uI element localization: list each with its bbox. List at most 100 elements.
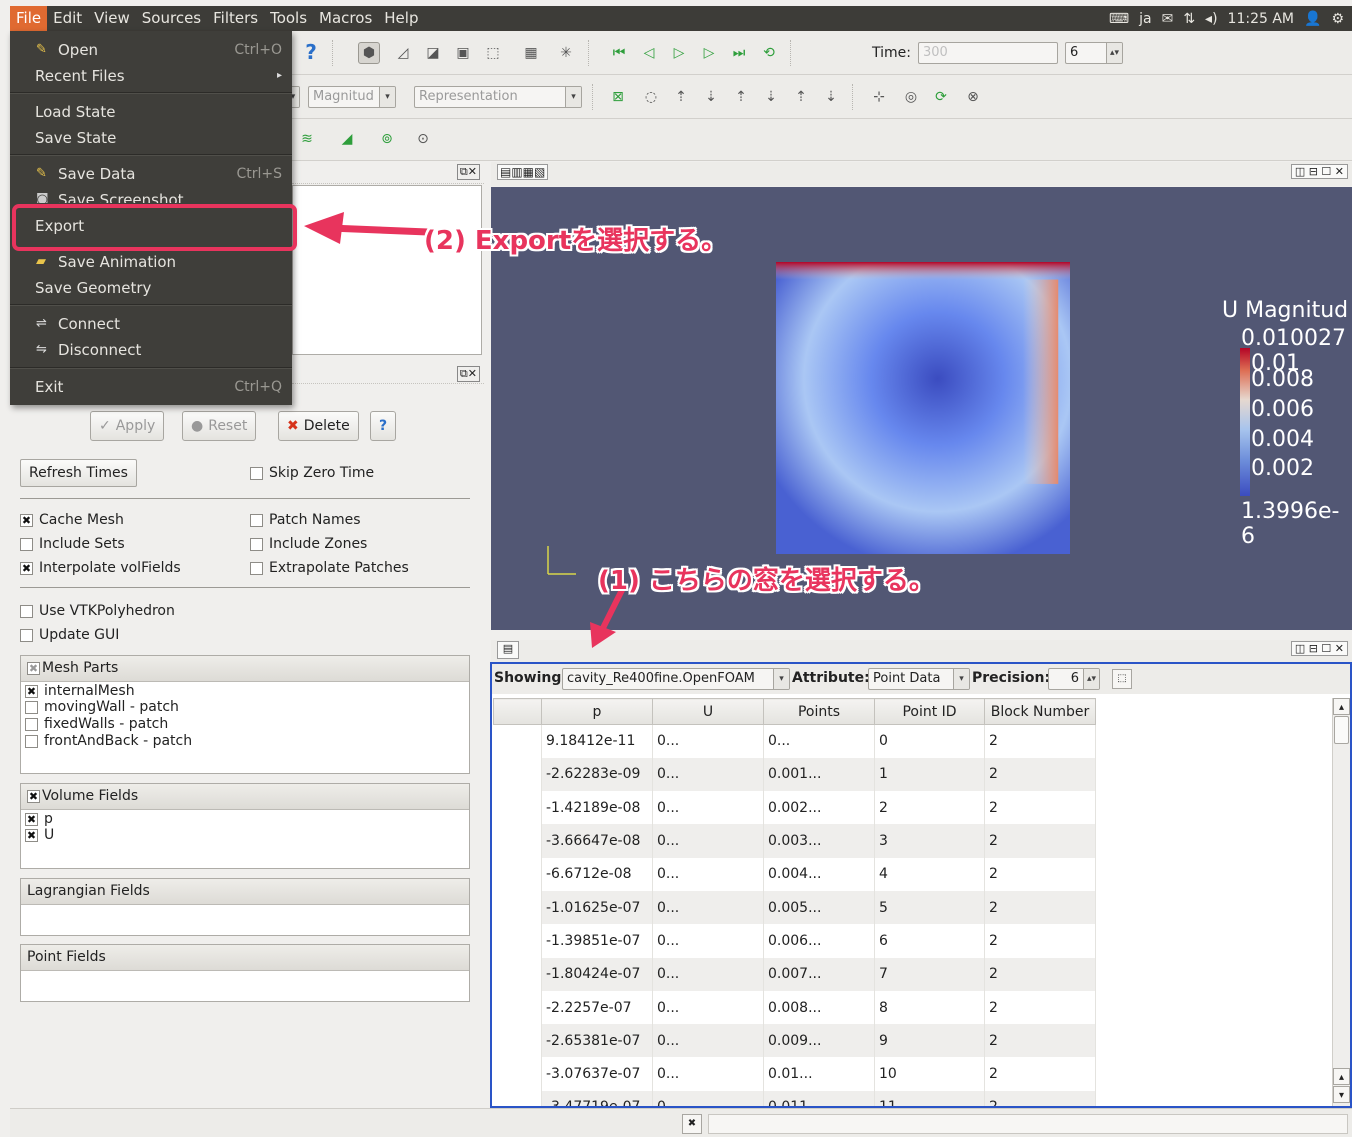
warp-icon[interactable]: ◢ [336,128,358,150]
table-cell[interactable]: 0... [652,724,764,758]
menu-item-disconnect[interactable]: ⇋ Disconnect [10,337,292,363]
table-cell[interactable]: 0... [652,1057,764,1091]
representation-combo[interactable]: Representation ▾ [414,86,582,108]
list-item[interactable]: ✖ p [25,811,53,827]
table-cell[interactable]: 0.007... [763,957,875,991]
table-cell[interactable]: -2.62283e-09 [541,757,653,792]
row-header[interactable] [493,957,542,991]
table-row[interactable]: -1.39851e-07 0... 0.006... 6 2 [493,924,1096,958]
table-cell[interactable]: 7 [874,957,985,991]
table-cell[interactable]: 2 [984,1057,1096,1091]
undock-icon[interactable]: ⧉✕ [456,366,480,382]
zoom-box-icon[interactable]: ⊗ [962,86,984,108]
column-header-u[interactable]: U [652,698,764,725]
table-cell[interactable]: 3 [874,824,985,858]
toggle-selection-icon[interactable]: ⬚ [1112,669,1132,689]
table-cell[interactable]: 2 [984,1024,1096,1058]
reset-range-icon[interactable]: ⊠ [607,86,629,108]
patch-names-checkbox[interactable]: Patch Names [250,510,361,530]
menu-item-save-data[interactable]: ✎ Save Data Ctrl+S [10,161,292,187]
table-row[interactable]: 9.18412e-11 0... 0... 0 2 [493,724,1096,758]
showing-source-combo[interactable]: cavity_Re400fine.OpenFOAM ▾ [562,668,790,690]
view-split-controls-icon[interactable]: ◫ ⊟ ☐ ✕ [1290,641,1348,656]
menu-item-open[interactable]: ✎ Open Ctrl+O [10,37,292,63]
table-cell[interactable]: 2 [984,890,1096,925]
table-cell[interactable]: 0.005... [763,890,875,925]
center-axes-icon[interactable]: ⊹ [868,86,890,108]
include-sets-checkbox[interactable]: Include Sets [20,534,125,554]
stepper-arrows-icon[interactable]: ▴▾ [1106,43,1122,63]
point-fields-header[interactable]: Point Fields [21,945,469,971]
table-row[interactable]: -2.2257e-07 0... 0.008... 8 2 [493,990,1096,1025]
table-cell[interactable]: 0... [652,1090,764,1106]
stepper-arrows-icon[interactable]: ▴▾ [1083,669,1099,689]
color-component-combo[interactable]: Magnitud ▾ [308,86,396,108]
user-icon[interactable]: 👤 [1304,11,1321,27]
precision-stepper[interactable]: 6 ▴▾ [1048,668,1100,690]
menu-view[interactable]: View [88,6,136,31]
view-plus-z-icon[interactable]: ⇡ [790,86,812,108]
table-cell[interactable]: 0... [652,957,764,991]
menu-macros[interactable]: Macros [313,6,378,31]
point-fields-list[interactable]: Point Fields [20,944,470,1002]
menu-item-load-state[interactable]: Load State [10,99,292,125]
list-item[interactable]: movingWall - patch [25,699,179,715]
column-header-points[interactable]: Points [763,698,875,725]
table-row[interactable]: -6.6712e-08 0... 0.004... 4 2 [493,857,1096,891]
row-header[interactable] [493,890,542,925]
view-minus-x-icon[interactable]: ⇣ [700,86,722,108]
menu-sources[interactable]: Sources [136,6,207,31]
table-cell[interactable]: -1.01625e-07 [541,890,653,925]
mesh-parts-list[interactable]: ✖ Mesh Parts ✖ internalMesh movingWall - p… [20,655,470,774]
table-cell[interactable]: -6.6712e-08 [541,857,653,891]
table-cell[interactable]: 9.18412e-11 [541,724,653,758]
rotate-icon[interactable]: ⟳ [930,86,952,108]
pipeline-browser[interactable] [292,185,482,355]
menu-tools[interactable]: Tools [264,6,313,31]
mail-icon[interactable]: ✉ [1162,11,1174,27]
volume-fields-header[interactable]: ✖ Volume Fields [21,784,469,810]
table-cell[interactable]: 10 [874,1057,985,1091]
time-field[interactable]: 300 [918,42,1058,64]
table-cell[interactable]: -3.07637e-07 [541,1057,653,1091]
table-cell[interactable]: 0... [652,990,764,1025]
network-icon[interactable]: ⇅ [1183,11,1195,27]
table-cell[interactable]: 0 [874,724,985,758]
scrollbar-thumb[interactable] [1334,716,1349,744]
scroll-down-icon[interactable]: ▾ [1333,1086,1350,1103]
table-cell[interactable]: 2 [984,990,1096,1025]
table-cell[interactable]: 1 [874,757,985,792]
table-cell[interactable]: -1.42189e-08 [541,791,653,825]
row-header[interactable] [493,857,542,891]
play-icon[interactable]: ▷ [668,42,690,64]
table-cell[interactable]: 2 [984,857,1096,891]
menu-item-connect[interactable]: ⇌ Connect [10,311,292,337]
table-cell[interactable]: 0... [652,757,764,792]
table-cell[interactable]: 0.004... [763,857,875,891]
table-row[interactable]: -2.65381e-07 0... 0.009... 9 2 [493,1024,1096,1058]
table-cell[interactable]: -2.2257e-07 [541,990,653,1025]
table-cell[interactable]: 0... [652,1024,764,1058]
row-header[interactable] [493,1090,542,1106]
scroll-up-icon[interactable]: ▴ [1333,1068,1350,1085]
reset-button[interactable]: ● Reset [182,411,257,441]
list-item[interactable]: fixedWalls - patch [25,716,168,732]
table-cell[interactable]: -2.65381e-07 [541,1024,653,1058]
view-split-controls-icon[interactable]: ◫ ⊟ ☐ ✕ [1290,164,1348,179]
table-cell[interactable]: 0... [652,924,764,958]
attribute-combo[interactable]: Point Data ▾ [868,668,970,690]
table-cell[interactable]: 9 [874,1024,985,1058]
table-cell[interactable]: 0.008... [763,990,875,1025]
table-row[interactable]: -3.07637e-07 0... 0.01... 10 2 [493,1057,1096,1091]
checkbox-box[interactable]: ✖ [27,789,40,803]
mesh-parts-header[interactable]: ✖ Mesh Parts [21,656,469,682]
keyboard-icon[interactable]: ⌨ [1109,11,1129,27]
menu-help[interactable]: Help [378,6,424,31]
table-row[interactable]: -1.01625e-07 0... 0.005... 5 2 [493,890,1096,925]
stream-tracer-icon[interactable]: ≋ [296,128,318,150]
menu-item-exit[interactable]: Exit Ctrl+Q [10,374,292,400]
table-cell[interactable]: 0.009... [763,1024,875,1058]
list-item[interactable]: frontAndBack - patch [25,733,192,749]
table-cell[interactable]: -1.80424e-07 [541,957,653,991]
settings-icon[interactable]: ⚙ [1331,11,1344,27]
